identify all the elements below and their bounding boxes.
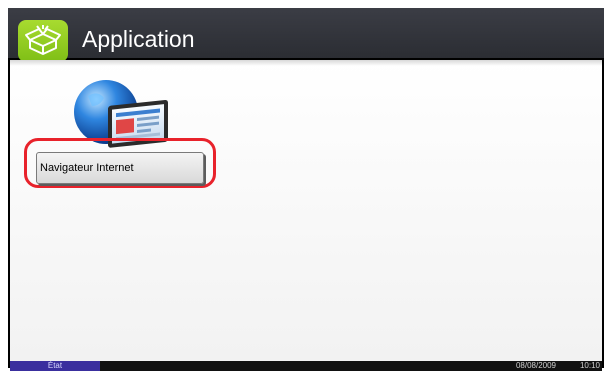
page-title: Application: [82, 26, 195, 52]
internet-browser-button[interactable]: Navigateur Internet: [36, 152, 204, 184]
status-button[interactable]: État: [10, 361, 100, 371]
app-area: [10, 60, 602, 361]
application-box-icon: [18, 20, 68, 62]
title-bar: Application: [8, 8, 604, 62]
status-date: 08/08/2009: [515, 361, 556, 370]
status-bar: État 08/08/2009 10:10: [10, 361, 602, 371]
status-time: 10:10: [579, 361, 600, 370]
